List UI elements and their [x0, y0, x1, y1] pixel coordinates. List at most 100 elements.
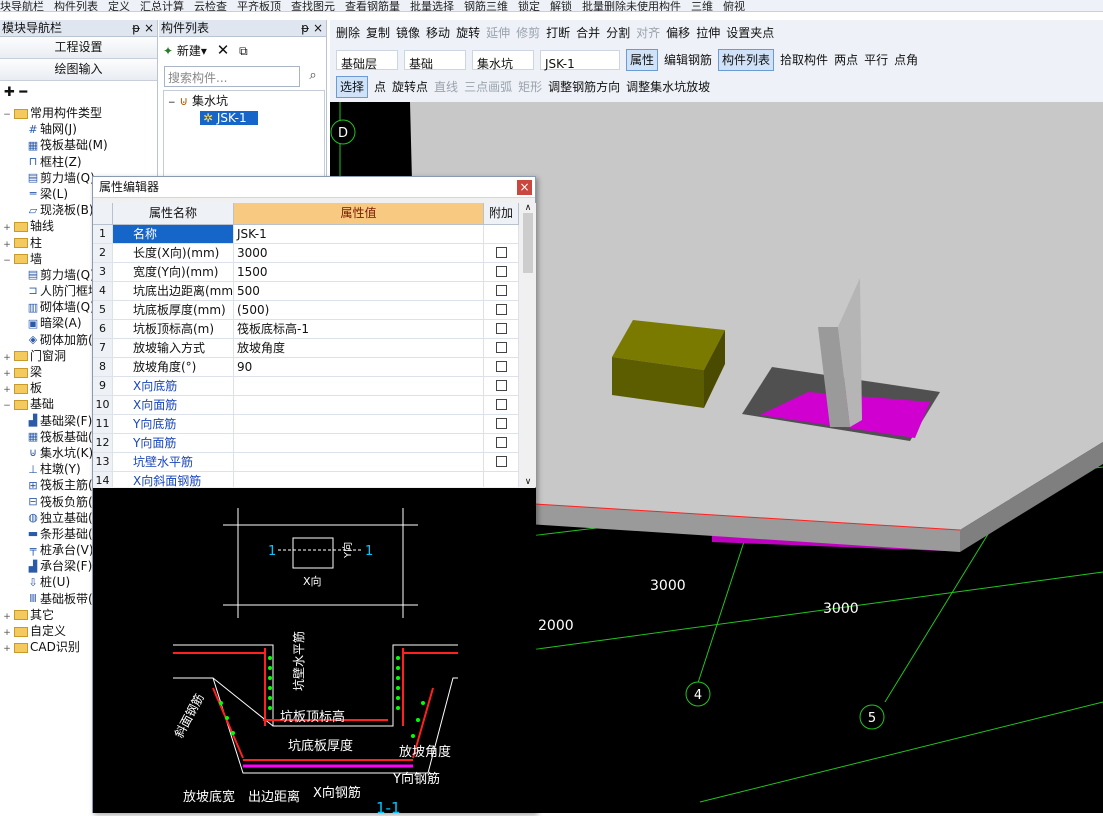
snap-tool-button[interactable]: 两点	[834, 47, 858, 74]
edit-tool-button[interactable]: 对齐	[636, 20, 660, 47]
delete-icon[interactable]: ✕	[217, 41, 230, 59]
close-icon[interactable]: ×	[517, 180, 532, 195]
tree-item-jsk1[interactable]: ✲ JSK-1	[200, 111, 258, 125]
top-strip-item[interactable]: 查找图元	[291, 1, 335, 11]
extra-checkbox[interactable]	[495, 266, 507, 277]
search-icon[interactable]: ⌕	[302, 66, 324, 87]
top-strip-item[interactable]: 俯视	[723, 1, 745, 11]
nav-tree-item[interactable]: − 常用构件类型	[0, 105, 157, 121]
top-strip-item[interactable]: 批量选择	[410, 1, 454, 11]
top-strip-item[interactable]: 汇总计算	[140, 1, 184, 11]
component-tool-button[interactable]: 编辑钢筋	[664, 47, 712, 74]
edit-tool-button[interactable]: 删除	[336, 20, 360, 47]
edit-tool-button[interactable]: 偏移	[666, 20, 690, 47]
component-tool-button[interactable]: 拾取构件	[780, 47, 828, 74]
extra-checkbox[interactable]	[495, 323, 507, 334]
edit-tool-button[interactable]: 复制	[366, 20, 390, 47]
draw-tool-button[interactable]: 旋转点	[392, 74, 428, 101]
grid-scrollbar[interactable]: ∧ ∨	[520, 203, 536, 487]
top-strip-item[interactable]: 三维	[691, 1, 713, 11]
property-value[interactable]: 90	[234, 358, 484, 376]
edit-tool-button[interactable]: 拉伸	[696, 20, 720, 47]
top-strip-item[interactable]: 解锁	[550, 1, 572, 11]
property-row[interactable]: 1 名称 JSK-1	[93, 225, 519, 244]
top-strip-item[interactable]: 云检查	[194, 1, 227, 11]
property-row[interactable]: 2 长度(X向)(mm) 3000	[93, 244, 519, 263]
property-row[interactable]: 3 宽度(Y向)(mm) 1500	[93, 263, 519, 282]
extra-checkbox[interactable]	[495, 285, 507, 296]
edit-tool-button[interactable]: 设置夹点	[726, 20, 774, 47]
nav-tree-item[interactable]: ▦ 筏板基础(M)	[0, 137, 157, 153]
scroll-thumb[interactable]	[523, 213, 533, 273]
property-value[interactable]: (500)	[234, 301, 484, 319]
edit-tool-button[interactable]: 旋转	[456, 20, 480, 47]
property-row[interactable]: 10 X向面筋	[93, 396, 519, 415]
new-icon[interactable]: ✦	[163, 44, 173, 58]
property-row[interactable]: 12 Y向面筋	[93, 434, 519, 453]
component-tool-button[interactable]: 属性	[626, 49, 659, 71]
snap-tool-button[interactable]: 点角	[894, 47, 918, 74]
top-strip-item[interactable]: 构件列表	[54, 1, 98, 11]
property-row[interactable]: 6 坑板顶标高(m) 筏板底标高-1	[93, 320, 519, 339]
property-value[interactable]	[234, 434, 484, 452]
top-strip-item[interactable]: 钢筋三维	[464, 1, 508, 11]
comp-pin-close[interactable]: ᵽ ×	[301, 20, 323, 36]
property-value[interactable]: JSK-1	[234, 225, 484, 243]
property-row[interactable]: 14 X向斜面钢筋	[93, 472, 519, 487]
expand-icon[interactable]: +	[2, 641, 12, 657]
copy-icon[interactable]: ⧉	[239, 44, 248, 58]
property-value[interactable]	[234, 415, 484, 433]
nav-pin-close[interactable]: ᵽ ×	[132, 20, 154, 36]
nav-tree-item[interactable]: # 轴网(J)	[0, 121, 157, 137]
top-strip-item[interactable]: 块导航栏	[0, 1, 44, 11]
top-strip-item[interactable]: 查看钢筋量	[345, 1, 400, 11]
edit-tool-button[interactable]: 合并	[576, 20, 600, 47]
property-value[interactable]: 1500	[234, 263, 484, 281]
property-row[interactable]: 8 放坡角度(°) 90	[93, 358, 519, 377]
property-value[interactable]: 放坡角度	[234, 339, 484, 357]
top-strip-item[interactable]: 定义	[108, 1, 130, 11]
property-value[interactable]: 筏板底标高-1	[234, 320, 484, 338]
property-row[interactable]: 13 坑壁水平筋	[93, 453, 519, 472]
component-selector[interactable]: 基础	[404, 50, 466, 71]
draw-tool-button[interactable]: 三点画弧	[464, 74, 512, 101]
draw-tool-button[interactable]: 矩形	[518, 74, 542, 101]
draw-tool-button[interactable]: 选择	[336, 76, 369, 98]
extra-checkbox[interactable]	[495, 247, 507, 258]
draw-tool-button[interactable]: 点	[374, 74, 386, 101]
dropdown-icon[interactable]: ▾	[201, 44, 207, 58]
edit-tool-button[interactable]: 打断	[546, 20, 570, 47]
close-icon[interactable]: ×	[144, 21, 154, 35]
project-settings-button[interactable]: 工程设置	[0, 37, 157, 59]
component-selector[interactable]: 基础层	[336, 50, 398, 71]
pin-icon[interactable]: ᵽ	[132, 21, 140, 35]
dialog-header[interactable]: 属性编辑器 ×	[93, 177, 535, 198]
edit-tool-button[interactable]: 分割	[606, 20, 630, 47]
edit-tool-button[interactable]: 镜像	[396, 20, 420, 47]
property-value[interactable]	[234, 396, 484, 414]
pin-icon[interactable]: ᵽ	[301, 21, 309, 35]
new-button[interactable]: 新建	[177, 44, 201, 58]
extra-checkbox[interactable]	[495, 437, 507, 448]
draw-tool-button[interactable]: 调整钢筋方向	[548, 74, 620, 101]
property-value[interactable]	[234, 472, 484, 487]
top-strip-item[interactable]: 平齐板顶	[237, 1, 281, 11]
property-row[interactable]: 7 放坡输入方式 放坡角度	[93, 339, 519, 358]
expand-collapse-icons[interactable]: ✚ ━	[0, 81, 157, 105]
extra-checkbox[interactable]	[495, 361, 507, 372]
component-selector[interactable]: JSK-1	[540, 50, 620, 71]
extra-checkbox[interactable]	[495, 399, 507, 410]
property-row[interactable]: 5 坑底板厚度(mm) (500)	[93, 301, 519, 320]
property-value[interactable]	[234, 453, 484, 471]
extra-checkbox[interactable]	[495, 342, 507, 353]
draw-tool-button[interactable]: 直线	[434, 74, 458, 101]
property-row[interactable]: 4 坑底出边距离(mm) 500	[93, 282, 519, 301]
nav-tree-item[interactable]: ⊓ 框柱(Z)	[0, 154, 157, 170]
scroll-up-icon[interactable]: ∧	[520, 203, 536, 213]
property-value[interactable]	[234, 377, 484, 395]
property-value[interactable]: 500	[234, 282, 484, 300]
edit-tool-button[interactable]: 移动	[426, 20, 450, 47]
search-input[interactable]: 搜索构件...	[164, 66, 300, 87]
top-strip-item[interactable]: 批量删除未使用构件	[582, 1, 681, 11]
component-selector[interactable]: 集水坑	[472, 50, 534, 71]
